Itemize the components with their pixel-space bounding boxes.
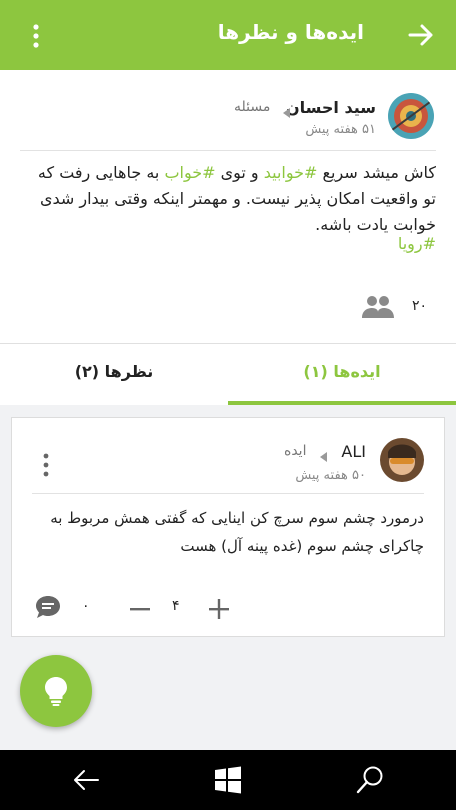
author-avatar[interactable] [388, 93, 434, 139]
more-vertical-icon[interactable] [38, 452, 54, 478]
post-body: کاش میشد سریع #خوابید و توی #خواب به جاه… [30, 160, 436, 238]
participants-count: ۲۰ [412, 298, 428, 314]
tab-comments[interactable]: نظرها (۲) [0, 344, 228, 405]
hashtag-link[interactable]: #خوابید [264, 163, 318, 182]
comment-count: ۰ [82, 598, 90, 614]
idea-author[interactable]: ALI [341, 442, 366, 461]
downvote-button[interactable] [125, 594, 155, 624]
post-author[interactable]: سید احسان [286, 98, 376, 117]
breadcrumb-arrow-icon [283, 103, 291, 118]
back-arrow-icon[interactable] [70, 764, 102, 796]
idea-author-avatar[interactable] [380, 438, 424, 482]
app-bar: ایده‌ها و نظرها [0, 0, 456, 70]
add-idea-button[interactable] [20, 655, 92, 727]
page-title: ایده‌ها و نظرها [217, 20, 364, 44]
vote-count: ۴ [172, 598, 180, 614]
post-card: سید احسان مسئله ۵۱ هفته پیش کاش میشد سری… [0, 70, 456, 343]
tab-bar: نظرها (۲) ایده‌ها (۱) [0, 343, 456, 405]
tab-ideas-label: ایده‌ها (۱) [303, 362, 381, 381]
post-time: ۵۱ هفته پیش [305, 122, 376, 137]
more-vertical-icon[interactable] [26, 22, 46, 50]
comment-icon[interactable] [35, 594, 61, 620]
post-body-text: و توی [215, 163, 264, 182]
tab-comments-label: نظرها (۲) [74, 362, 154, 381]
idea-card: ALI ایده ۵۰ هفته پیش درمورد چشم سوم سرچ … [11, 417, 445, 637]
back-arrow-icon[interactable] [406, 20, 436, 50]
post-category[interactable]: مسئله [234, 99, 270, 115]
divider [32, 493, 424, 494]
idea-time: ۵۰ هفته پیش [295, 468, 366, 483]
people-icon[interactable] [360, 292, 396, 322]
tab-ideas[interactable]: ایده‌ها (۱) [228, 344, 456, 405]
idea-actions: ۰ ۴ [12, 588, 444, 628]
breadcrumb-arrow-icon [320, 447, 328, 462]
hashtag-link[interactable]: #رویا [398, 234, 436, 253]
search-icon[interactable] [354, 764, 386, 796]
lightbulb-icon [45, 677, 67, 706]
post-body-text: کاش میشد سریع [317, 163, 436, 182]
idea-type: ایده [284, 443, 307, 459]
hashtag-link[interactable]: #خواب [164, 163, 215, 182]
upvote-button[interactable] [204, 594, 234, 624]
system-nav-bar [0, 750, 456, 810]
windows-icon[interactable] [212, 764, 244, 796]
divider [20, 150, 436, 151]
idea-body: درمورد چشم سوم سرچ کن اینایی که گفتی همش… [50, 509, 424, 555]
